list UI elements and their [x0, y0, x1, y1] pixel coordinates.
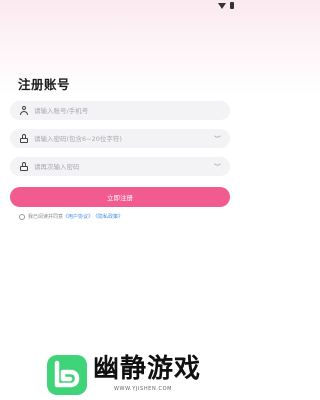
- eye-closed-icon[interactable]: [214, 135, 221, 139]
- brand-logo-icon: [47, 355, 87, 395]
- confirm-password-field[interactable]: [10, 157, 230, 176]
- account-input[interactable]: [34, 106, 194, 115]
- wifi-icon: [218, 2, 226, 9]
- page-title: 注册账号: [18, 77, 71, 92]
- watermark-name: 幽静游戏: [93, 354, 202, 384]
- lock-icon: [19, 162, 29, 172]
- password-field[interactable]: [10, 129, 230, 148]
- status-bar: [0, 0, 240, 12]
- battery-icon: [230, 2, 234, 9]
- agreement-text: 我已阅读并同意: [28, 214, 64, 220]
- user-agreement-link[interactable]: 《用户协议》: [63, 213, 93, 220]
- watermark-url: WWW.YJISHEN.COM: [114, 386, 173, 392]
- privacy-policy-link[interactable]: 《隐私政策》: [93, 213, 123, 220]
- lock-icon: [19, 134, 29, 144]
- account-field[interactable]: [10, 101, 230, 120]
- password-input[interactable]: [34, 134, 194, 143]
- register-button[interactable]: 立即注册: [10, 187, 230, 207]
- user-icon: [19, 106, 29, 116]
- radio-unchecked-icon[interactable]: [19, 213, 25, 220]
- site-watermark: 幽静游戏 WWW.YJISHEN.COM: [0, 348, 240, 400]
- confirm-password-input[interactable]: [34, 162, 194, 171]
- agreement-row: 我已阅读并同意 《用户协议》 《隐私政策》: [19, 213, 123, 220]
- eye-closed-icon[interactable]: [214, 163, 221, 167]
